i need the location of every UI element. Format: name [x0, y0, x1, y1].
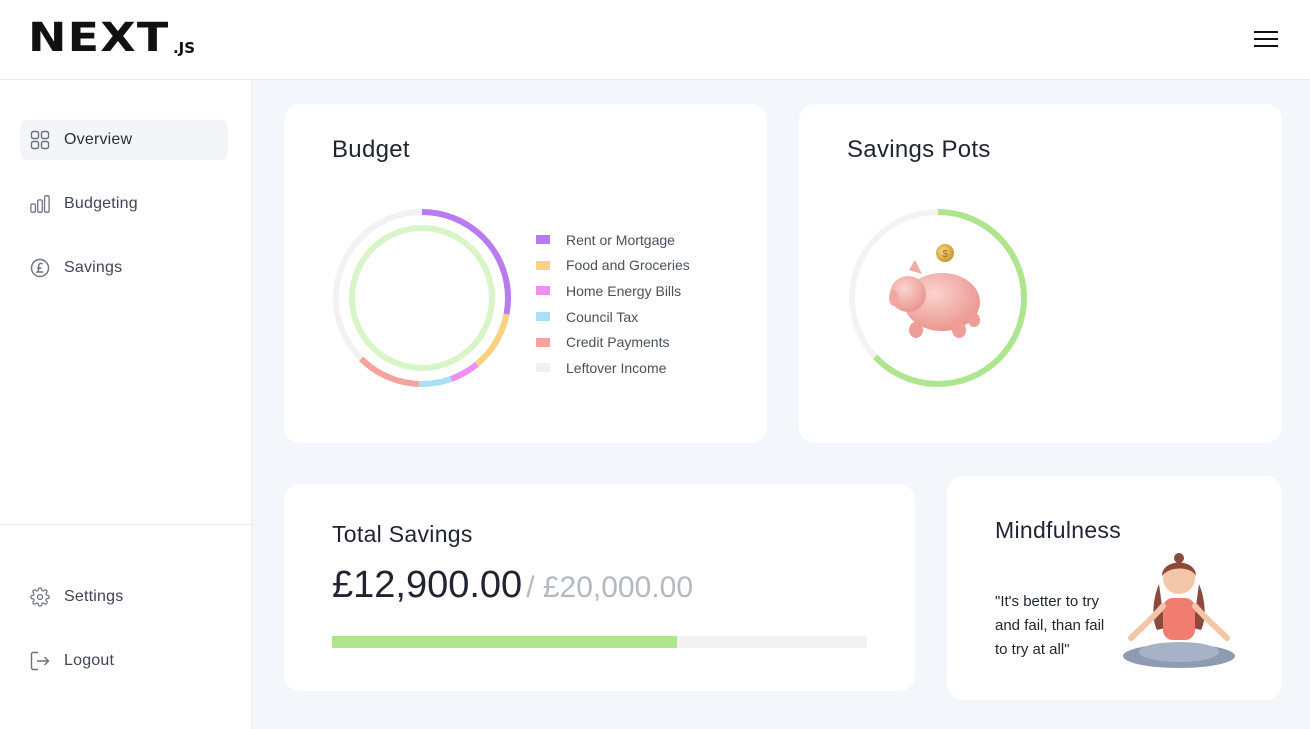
legend-item-rent: Rent or Mortgage — [536, 227, 690, 253]
sidebar-item-savings[interactable]: Savings — [20, 248, 228, 288]
legend-swatch — [536, 260, 550, 270]
total-savings-title: Total Savings — [332, 521, 473, 547]
legend-label: Rent or Mortgage — [566, 231, 675, 248]
sidebar-item-label: Savings — [64, 259, 123, 276]
legend-label: Food and Groceries — [566, 257, 690, 274]
legend-item-food: Food and Groceries — [536, 253, 690, 279]
grid-icon — [30, 130, 50, 150]
legend-label: Council Tax — [566, 308, 639, 325]
legend-swatch — [536, 337, 550, 347]
legend-swatch — [536, 235, 550, 245]
savings-amount: £12,900.00 — [332, 564, 523, 606]
sidebar-item-logout[interactable]: Logout — [20, 641, 228, 681]
sidebar-item-label: Overview — [64, 131, 133, 148]
savings-progress-bar — [332, 636, 867, 648]
logo-sub-text: .JS — [172, 39, 196, 57]
budget-card: Budget Rent or Mortgage Food and Groceri… — [284, 104, 767, 443]
hamburger-menu-icon[interactable] — [1250, 27, 1282, 51]
pound-coin-icon — [30, 258, 50, 278]
meditating-woman-icon — [1123, 553, 1235, 668]
sidebar-item-label: Budgeting — [64, 195, 138, 212]
sidebar-item-label: Logout — [64, 652, 115, 669]
sidebar-item-overview[interactable]: Overview — [20, 120, 228, 160]
savings-pots-card: Savings Pots $ — [799, 104, 1282, 443]
legend-label: Home Energy Bills — [566, 282, 682, 299]
sidebar: Overview Budgeting Savings Settings Logo… — [0, 80, 252, 729]
sidebar-item-budgeting[interactable]: Budgeting — [20, 184, 228, 224]
sidebar-item-settings[interactable]: Settings — [20, 577, 228, 617]
budget-inner-ring — [349, 225, 495, 371]
legend-swatch — [536, 286, 550, 296]
savings-progress-fill — [332, 636, 678, 648]
legend-swatch — [536, 312, 550, 322]
legend-item-energy: Home Energy Bills — [536, 278, 690, 304]
budget-title: Budget — [332, 136, 410, 163]
mindfulness-quote: "It's better to try and fail, than fail … — [995, 593, 1105, 658]
legend-label: Credit Payments — [566, 334, 670, 351]
logo-main-text: NEXT — [28, 15, 170, 61]
sidebar-divider — [0, 524, 252, 525]
svg-text:$: $ — [942, 249, 948, 260]
budget-donut-chart — [333, 209, 511, 387]
mindfulness-card: Mindfulness "It's better to try and fail… — [947, 476, 1282, 700]
bar-chart-icon — [30, 194, 50, 214]
legend-item-leftover: Leftover Income — [536, 355, 690, 381]
legend-item-credit: Credit Payments — [536, 329, 690, 355]
savings-pots-title: Savings Pots — [847, 136, 991, 163]
piggy-bank-icon: $ — [889, 244, 980, 338]
budget-legend: Rent or Mortgage Food and Groceries Home… — [536, 227, 690, 381]
sidebar-item-label: Settings — [64, 588, 124, 605]
top-bar: NEXT .JS — [0, 0, 1310, 80]
savings-target: / £20,000.00 — [526, 571, 694, 604]
total-savings-card: Total Savings £12,900.00/ £20,000.00 — [284, 484, 915, 691]
legend-swatch — [536, 363, 550, 373]
nextjs-logo[interactable]: NEXT .JS — [28, 15, 196, 61]
gear-icon — [30, 587, 50, 607]
logout-icon — [30, 651, 50, 671]
mindfulness-title: Mindfulness — [995, 517, 1122, 543]
savings-amount-line: £12,900.00/ £20,000.00 — [332, 564, 693, 607]
legend-item-council-tax: Council Tax — [536, 304, 690, 330]
legend-label: Leftover Income — [566, 359, 667, 376]
